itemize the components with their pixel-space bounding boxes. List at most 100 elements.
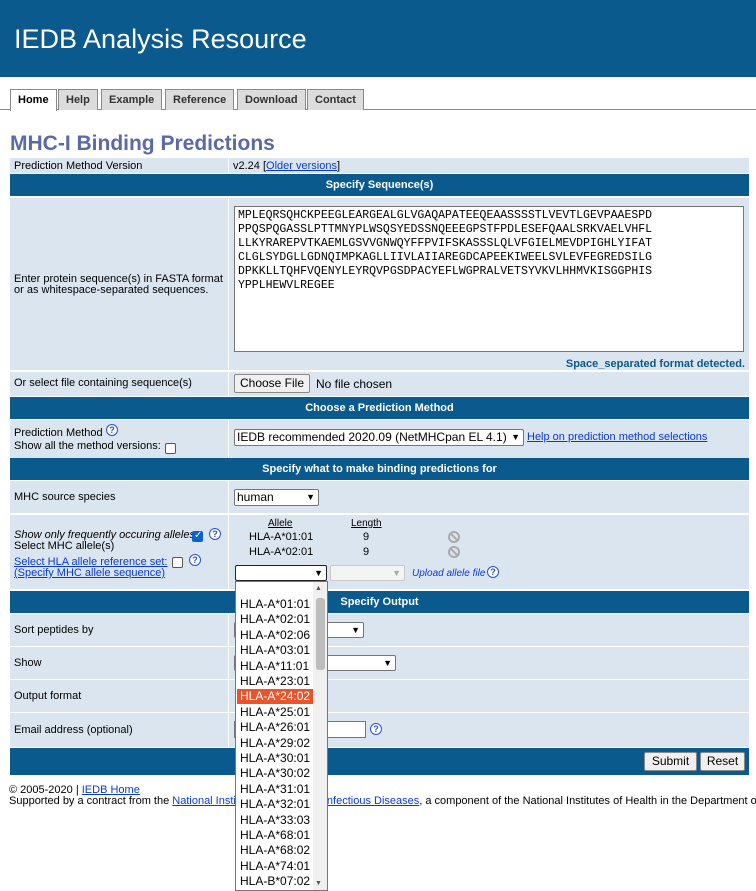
sequence-input[interactable]: MPLEQRSQHCKPEEGLEARGEALGLVGAQAPATEEQEAAS… (234, 206, 744, 352)
dropdown-option[interactable]: HLA-A*23:01 (237, 674, 313, 689)
tab-home[interactable]: Home (10, 89, 57, 111)
output-section-header: Specify Output (10, 591, 749, 613)
button-bar (10, 748, 749, 775)
dropdown-option[interactable]: HLA-A*26:01 (237, 720, 313, 735)
choose-file-button[interactable]: Choose File (234, 374, 310, 393)
method-row: Prediction Method ? Show all the method … (10, 420, 749, 458)
show-label: Show (14, 657, 42, 669)
chevron-down-icon: ▼ (306, 492, 315, 502)
show-row: Show ▼ (10, 647, 749, 679)
submit-button[interactable]: Submit (644, 752, 697, 771)
allele-dropdown-list[interactable]: HLA-A*01:01 HLA-A*02:01 HLA-A*02:06 HLA-A*0… (235, 581, 328, 891)
sort-row: Sort peptides by ▼ (10, 614, 749, 646)
chevron-down-icon: ▼ (351, 625, 360, 635)
niaid-link-tail[interactable]: nfectious Diseases (327, 795, 419, 807)
reference-help-icon[interactable]: ? (189, 554, 201, 566)
frequent-alleles-checkbox[interactable] (192, 530, 203, 542)
allele-column-header: Allele (268, 518, 293, 529)
upload-help-icon[interactable]: ? (487, 566, 499, 578)
dropdown-option[interactable]: HLA-A*30:01 (237, 751, 313, 766)
tab-contact[interactable]: Contact (307, 89, 364, 110)
tab-download[interactable]: Download (237, 89, 306, 110)
selected-allele: HLA-A*02:01 (249, 546, 314, 558)
sequence-label: Enter protein sequence(s) in FASTA forma… (14, 273, 223, 296)
method-label: Prediction Method (14, 427, 103, 439)
tab-help[interactable]: Help (58, 89, 98, 110)
version-value: v2.24 [Older versions] (233, 160, 341, 172)
method-select[interactable]: IEDB recommended 2020.09 (NetMHCpan EL 4… (234, 429, 524, 446)
dropdown-option[interactable]: HLA-A*30:02 (237, 766, 313, 781)
select-allele-label: Select MHC allele(s) (14, 540, 115, 552)
species-label: MHC source species (14, 491, 116, 503)
method-help-icon[interactable]: ? (106, 424, 118, 436)
version-row: Prediction Method Version v2.24 [Older v… (10, 158, 749, 173)
page-title: MHC-I Binding Predictions (10, 132, 275, 155)
remove-allele-icon[interactable] (448, 546, 460, 558)
selected-length: 9 (363, 531, 370, 543)
dropdown-option[interactable]: HLA-A*74:01 (237, 859, 313, 874)
species-select[interactable]: human ▼ (234, 489, 319, 506)
nav-tabs: Home Help Example Reference Download Con… (0, 89, 756, 111)
dropdown-option[interactable]: HLA-A*31:01 (237, 782, 313, 797)
remove-allele-icon[interactable] (448, 531, 460, 543)
scroll-thumb[interactable] (316, 598, 325, 670)
scroll-down-icon[interactable]: ▼ (315, 880, 322, 887)
dropdown-option[interactable]: HLA-A*01:01 (237, 597, 313, 612)
dropdown-scrollbar[interactable]: ▲ ▼ (313, 582, 327, 890)
dropdown-option[interactable]: HLA-B*07:02 (237, 874, 313, 889)
specify-allele-sequence-link[interactable]: (Specify MHC allele sequence) (14, 567, 165, 579)
method-help-link[interactable]: Help on prediction method selections (527, 431, 707, 443)
dropdown-option[interactable]: HLA-A*02:01 (237, 612, 313, 627)
older-versions-link[interactable]: Older versions (266, 160, 337, 172)
allele-select[interactable]: ▼ (235, 565, 327, 581)
species-row: MHC source species human ▼ (10, 481, 749, 513)
chevron-down-icon: ▼ (314, 568, 323, 578)
footer-support: Supported by a contract from the Nationa… (9, 795, 756, 807)
dropdown-option[interactable]: HLA-A*24:02 (237, 689, 313, 705)
reset-button[interactable]: Reset (700, 752, 745, 771)
dropdown-option[interactable]: HLA-A*68:02 (237, 843, 313, 858)
show-all-checkbox[interactable] (165, 443, 176, 454)
reference-set-checkbox[interactable] (172, 557, 183, 568)
format-row: Output format (10, 680, 749, 712)
site-banner: IEDB Analysis Resource (0, 0, 756, 77)
selected-length: 9 (363, 546, 370, 558)
tab-reference[interactable]: Reference (165, 89, 235, 110)
chevron-down-icon: ▼ (383, 658, 392, 668)
predict-section-header: Specify what to make binding predictions… (10, 458, 749, 480)
dropdown-option[interactable]: HLA-A*68:01 (237, 828, 313, 843)
dropdown-option[interactable]: HLA-A*33:03 (237, 813, 313, 828)
length-select[interactable]: ▼ (330, 565, 405, 581)
niaid-link[interactable]: National Instit (172, 795, 239, 807)
chevron-down-icon: ▼ (511, 432, 520, 442)
sequence-section-header: Specify Sequence(s) (10, 174, 749, 196)
version-label: Prediction Method Version (14, 160, 143, 172)
allele-row: Show only frequently occuring alleles: ?… (10, 515, 749, 589)
dropdown-option[interactable]: HLA-A*11:01 (237, 659, 313, 674)
dropdown-option[interactable]: HLA-A*25:01 (237, 705, 313, 720)
file-status: No file chosen (316, 377, 393, 391)
sort-label: Sort peptides by (14, 624, 94, 636)
frequent-help-icon[interactable]: ? (209, 528, 221, 540)
chevron-down-icon: ▼ (392, 568, 401, 578)
dropdown-option[interactable]: HLA-A*29:02 (237, 736, 313, 751)
email-label: Email address (optional) (14, 724, 133, 736)
show-all-label: Show all the method versions: (14, 440, 161, 452)
method-section-header: Choose a Prediction Method (10, 397, 749, 419)
selected-allele: HLA-A*01:01 (249, 531, 314, 543)
dropdown-option[interactable]: HLA-A*03:01 (237, 643, 313, 658)
upload-allele-file-link[interactable]: Upload allele file (412, 568, 485, 579)
scroll-up-icon[interactable]: ▲ (315, 585, 322, 592)
file-label: Or select file containing sequence(s) (14, 377, 192, 389)
tab-example[interactable]: Example (101, 89, 163, 110)
dropdown-option[interactable]: HLA-A*32:01 (237, 797, 313, 812)
sequence-row: Enter protein sequence(s) in FASTA forma… (10, 198, 749, 370)
email-row: Email address (optional) ? (10, 713, 749, 747)
format-label: Output format (14, 690, 82, 702)
site-title: IEDB Analysis Resource (14, 24, 307, 54)
length-column-header: Length (351, 518, 382, 529)
file-row: Or select file containing sequence(s) Ch… (10, 372, 749, 396)
format-detected-text: Space_separated format detected. (565, 358, 745, 370)
dropdown-option[interactable]: HLA-A*02:06 (237, 628, 313, 643)
email-help-icon[interactable]: ? (370, 723, 382, 735)
